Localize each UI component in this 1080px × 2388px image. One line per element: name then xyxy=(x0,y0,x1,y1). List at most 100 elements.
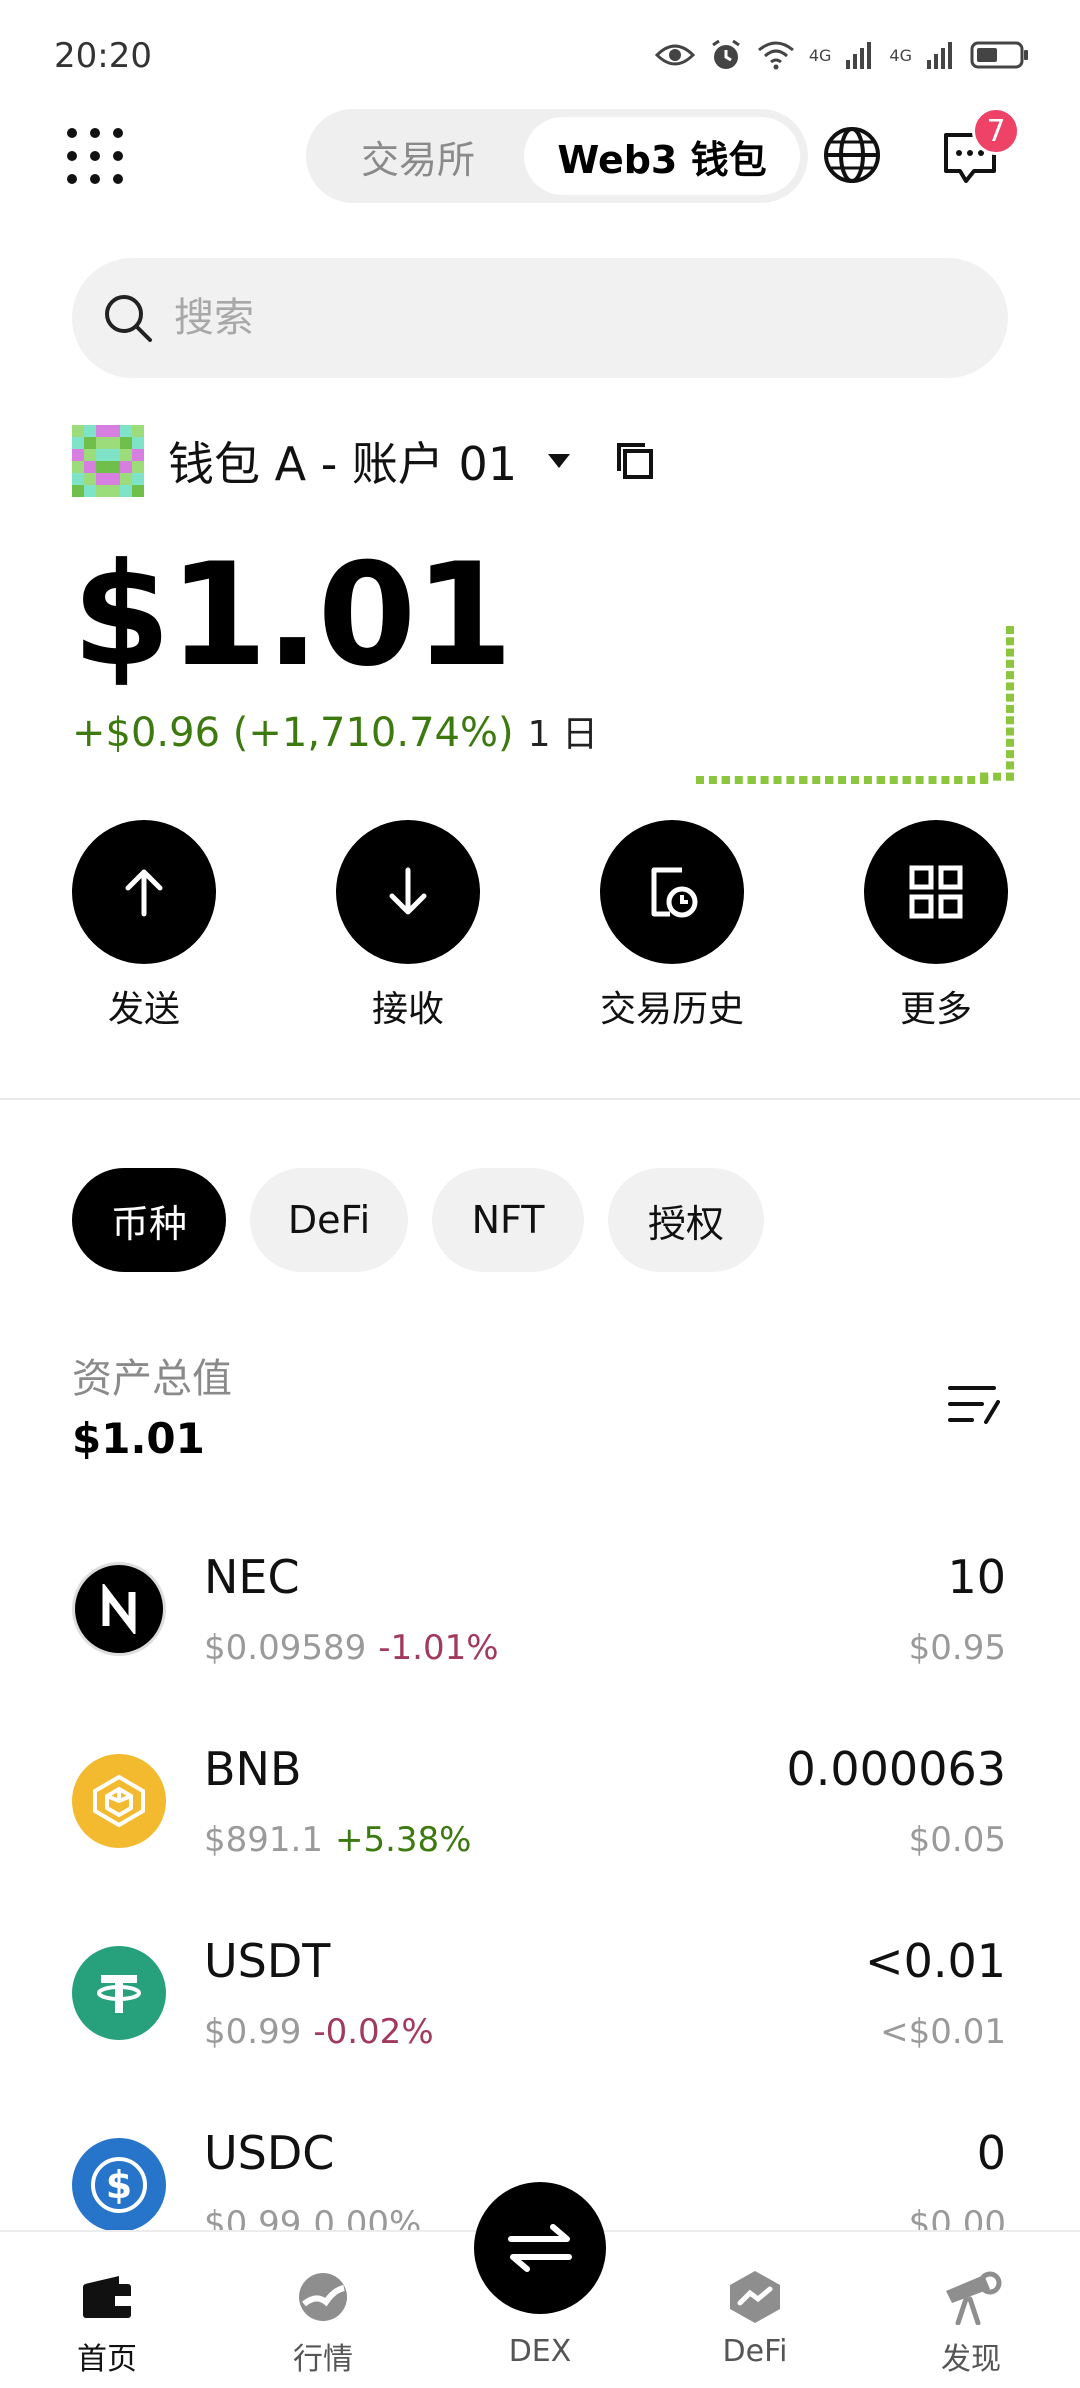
tab-nft[interactable]: NFT xyxy=(432,1168,584,1272)
asset-amount: 10 xyxy=(947,1550,1006,1604)
asset-symbol: NEC xyxy=(204,1550,300,1604)
dex-swap-button[interactable] xyxy=(474,2182,606,2314)
wallet-name: 钱包 A - 账户 01 xyxy=(168,437,518,491)
battery-icon xyxy=(970,41,1028,69)
asset-price: $0.99 -0.02% xyxy=(204,2012,434,2052)
sparkline-dot xyxy=(967,776,976,784)
mode-switch: 交易所 Web3 钱包 xyxy=(306,109,808,203)
sparkline-dot xyxy=(1006,626,1014,634)
sparkline-dot xyxy=(708,776,717,784)
alarm-icon xyxy=(712,39,740,69)
nav-dex-label[interactable]: DEX xyxy=(465,2334,615,2369)
swap-icon xyxy=(508,2224,572,2272)
apps-menu-button[interactable] xyxy=(66,127,124,185)
search-input[interactable] xyxy=(174,295,954,341)
tab-exchange[interactable]: 交易所 xyxy=(314,117,522,195)
discover-icon xyxy=(946,2271,1002,2325)
tab-defi[interactable]: DeFi xyxy=(250,1168,408,1272)
asset-price: $0.09589 -1.01% xyxy=(204,1628,499,1668)
asset-amount: 0.000063 xyxy=(786,1742,1007,1796)
tab-web3-wallet[interactable]: Web3 钱包 xyxy=(524,117,800,195)
usdt-logo-icon xyxy=(72,1946,166,2040)
history-button[interactable]: 交易历史 xyxy=(572,820,772,1032)
caret-down-icon xyxy=(548,454,571,468)
sparkline-dot xyxy=(1006,738,1014,747)
sparkline-dot xyxy=(773,776,782,784)
asset-amount: 0 xyxy=(976,2126,1006,2180)
sparkline-dot xyxy=(734,776,743,784)
search-icon xyxy=(105,295,152,342)
sparkline-dot xyxy=(1006,637,1014,646)
sparkline-dot xyxy=(1006,682,1014,691)
asset-value: $0.05 xyxy=(908,1820,1006,1860)
nav-discover-label: 发现 xyxy=(941,2342,1001,2377)
send-button[interactable]: 发送 xyxy=(44,820,244,1032)
sparkline-dot xyxy=(1006,659,1014,668)
asset-row-nec[interactable]: NEC $0.09589 -1.01% 10 $0.95 xyxy=(0,1510,1080,1702)
asset-filter-tabs: 币种 DeFi NFT 授权 xyxy=(72,1168,764,1272)
asset-list: NEC $0.09589 -1.01% 10 $0.95 BNB $891.1 +5… xyxy=(0,1510,1080,2278)
balance-change-period: 1 日 xyxy=(527,714,598,755)
receive-button[interactable]: 接收 xyxy=(308,820,508,1032)
sparkline-dot xyxy=(1006,772,1014,781)
search-bar[interactable] xyxy=(72,258,1008,378)
more-button[interactable]: 更多 xyxy=(836,820,1036,1032)
nav-discover[interactable]: 发现 xyxy=(896,2268,1046,2378)
sparkline-dot xyxy=(928,776,937,784)
sparkline-dot xyxy=(993,772,1002,781)
asset-change: -0.02% xyxy=(313,2012,434,2052)
tab-tokens[interactable]: 币种 xyxy=(72,1168,226,1272)
sparkline-dot xyxy=(1006,716,1014,725)
nav-home[interactable]: 首页 xyxy=(32,2268,182,2378)
sparkline-dot xyxy=(876,776,885,784)
sparkline-dot xyxy=(838,776,847,784)
signal-icon xyxy=(846,42,872,69)
sort-icon[interactable] xyxy=(946,1380,1002,1428)
sparkline-dot xyxy=(696,776,704,784)
language-button[interactable] xyxy=(822,125,882,185)
copy-icon[interactable] xyxy=(615,441,655,481)
asset-price-value: $0.09589 xyxy=(204,1628,367,1668)
arrow-down-icon xyxy=(389,867,427,915)
sparkline-dot xyxy=(721,776,730,784)
status-bar: 20:20 4G 4G xyxy=(0,0,1080,110)
asset-row-bnb[interactable]: BNB $891.1 +5.38% 0.000063 $0.05 xyxy=(0,1702,1080,1894)
balance-change-value: +$0.96 (+1,710.74%) xyxy=(72,710,514,756)
quick-actions: 发送 接收 交易历史 更多 xyxy=(0,820,1080,1040)
eye-icon xyxy=(654,44,695,66)
sparkline-dot xyxy=(954,776,963,784)
history-icon xyxy=(651,867,698,918)
sparkline-dot xyxy=(851,776,859,784)
svg-text:$: $ xyxy=(106,2163,132,2207)
asset-symbol: USDC xyxy=(204,2126,335,2180)
asset-row-usdt[interactable]: USDT $0.99 -0.02% <0.01 <$0.01 xyxy=(0,1894,1080,2086)
asset-amount: <0.01 xyxy=(865,1934,1006,1988)
nav-market[interactable]: 行情 xyxy=(248,2268,398,2378)
tab-approvals[interactable]: 授权 xyxy=(608,1168,764,1272)
nav-market-label: 行情 xyxy=(293,2342,353,2377)
nec-logo-icon xyxy=(72,1562,166,1656)
send-label: 发送 xyxy=(107,989,180,1030)
wallet-selector[interactable]: 钱包 A - 账户 01 xyxy=(72,424,655,498)
receive-label: 接收 xyxy=(371,989,444,1030)
nav-defi[interactable]: DeFi xyxy=(680,2268,830,2369)
wifi-icon xyxy=(757,41,794,70)
asset-price-value: $891.1 xyxy=(204,1820,323,1860)
sparkline-dot xyxy=(1006,750,1014,759)
balance-change: +$0.96 (+1,710.74%) 1 日 xyxy=(72,705,598,757)
history-label: 交易历史 xyxy=(599,989,744,1030)
sparkline-dot xyxy=(1006,761,1014,770)
sparkline-dot xyxy=(786,776,795,784)
asset-value: <$0.01 xyxy=(880,2012,1006,2052)
status-time: 20:20 xyxy=(54,36,152,76)
asset-price: $891.1 +5.38% xyxy=(204,1820,471,1860)
sparkline-dot xyxy=(1006,693,1014,702)
sparkline-dot xyxy=(1006,727,1014,736)
nav-home-label: 首页 xyxy=(77,2342,137,2377)
section-divider xyxy=(0,1098,1080,1100)
asset-value: $0.95 xyxy=(908,1628,1006,1668)
wallet-icon xyxy=(83,2276,131,2318)
asset-change: -1.01% xyxy=(378,1628,499,1668)
asset-symbol: BNB xyxy=(204,1742,302,1796)
asset-symbol: USDT xyxy=(204,1934,331,1988)
